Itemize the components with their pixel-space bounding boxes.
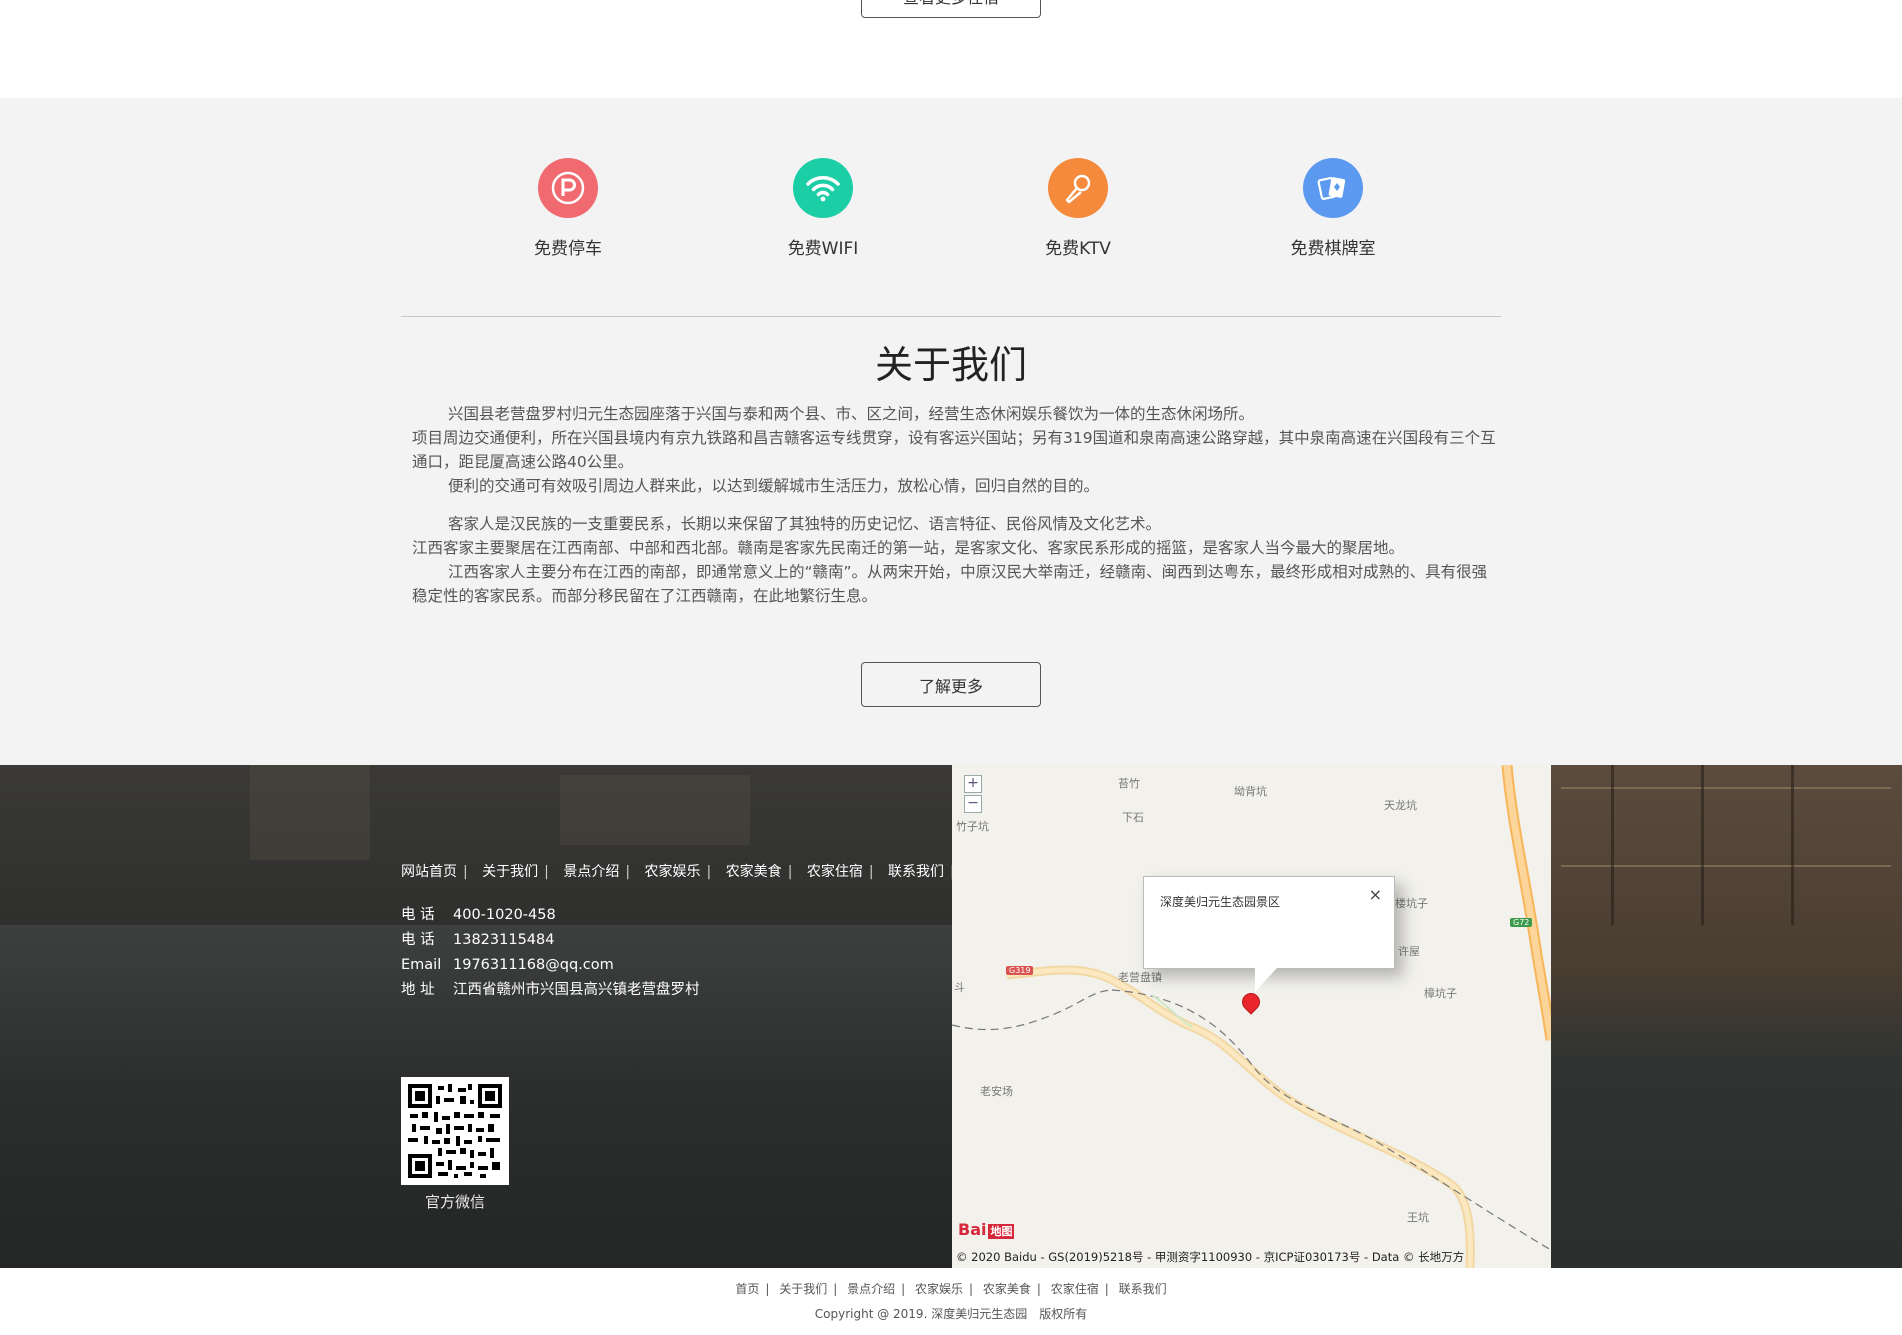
bottom-nav-home[interactable]: 首页 [735, 1282, 759, 1296]
contact-value: 13823115484 [453, 932, 555, 948]
feature-label: 免费WIFI [787, 239, 859, 259]
popup-pointer [1255, 968, 1277, 992]
bottom-nav-contact[interactable]: 联系我们 [1119, 1282, 1167, 1296]
bottom-nav-lodging[interactable]: 农家住宿 [1051, 1282, 1099, 1296]
contact-key: Email [401, 957, 442, 973]
map-place-label: 楼坑子 [1395, 897, 1428, 910]
features-row: 免费停车 免费WIFI 免费KTV 免费棋牌室 [0, 158, 1902, 278]
bottom-nav-entertainment[interactable]: 农家娱乐 [915, 1282, 963, 1296]
map-place-label: 王坑 [1407, 1211, 1429, 1224]
map-place-label: 许屋 [1398, 945, 1420, 958]
contact-row: 电 话 13823115484 [401, 928, 700, 953]
feature-cards: 免费棋牌室 [1243, 158, 1423, 259]
qr-caption: 官方微信 [424, 1193, 485, 1211]
map-place-label: 坳背坑 [1234, 785, 1267, 798]
baidu-logo-badge: 地图 [988, 1224, 1015, 1239]
section-divider [401, 316, 1501, 317]
background-building [560, 775, 750, 845]
contact-value: 400-1020-458 [453, 907, 556, 923]
about-paragraph: 江西客家人主要分布在江西的南部，即通常意义上的“赣南”。从两宋开始，中原汉民大举… [412, 563, 1488, 605]
wifi-icon [793, 158, 853, 218]
contact-value: 江西省赣州市兴国县高兴镇老营盘罗村 [453, 982, 700, 998]
microphone-icon [1048, 158, 1108, 218]
map-place-label: 老营盘镇 [1118, 971, 1162, 984]
bottom-nav-about[interactable]: 关于我们 [779, 1282, 827, 1296]
about-paragraph: 江西客家主要聚居在江西南部、中部和西北部。赣南是客家先民南迁的第一站，是客家文化… [412, 539, 1405, 557]
decorative-post [1611, 765, 1614, 925]
map-zoom-out-button[interactable]: − [964, 795, 982, 813]
contact-info: 电 话 400-1020-458 电 话 13823115484 Email 1976… [401, 903, 700, 1003]
background-building [250, 765, 370, 860]
footer-nav-lodging[interactable]: 农家住宿 [807, 864, 863, 880]
about-title: 关于我们 [874, 343, 1027, 387]
wechat-qr-code [401, 1077, 509, 1185]
footer-nav: 网站首页 | 关于我们 | 景点介绍 | 农家娱乐 | 农家美食 | 农家住宿 | 联系我们… [401, 864, 955, 880]
bottom-nav-attractions[interactable]: 景点介绍 [847, 1282, 895, 1296]
about-paragraph: 便利的交通可有效吸引周边人群来此，以达到缓解城市生活压力，放松心情，回归自然的目… [448, 477, 1100, 495]
map-place-label: 竹子坑 [956, 820, 989, 833]
map-info-popup: 深度美归元生态园景区 × [1143, 876, 1395, 969]
footer-band: 网站首页 | 关于我们 | 景点介绍 | 农家娱乐 | 农家美食 | 农家住宿 | 联系我们… [0, 765, 1902, 1268]
contact-key: 电 话 [401, 932, 435, 948]
road-shield-g319: G319 [1006, 966, 1034, 975]
feature-label: 免费KTV [1045, 239, 1111, 259]
about-text: 兴国县老营盘罗村归元生态园座落于兴国与泰和两个县、市、区之间，经营生态休闲娱乐餐… [412, 402, 1502, 608]
footer-nav-food[interactable]: 农家美食 [726, 864, 782, 880]
copyright-text: Copyright @ 2019. 深度美归元生态园 [814, 1307, 1028, 1321]
feature-wifi: 免费WIFI [733, 158, 913, 259]
decorative-post [1791, 765, 1794, 925]
page: 查看更多住宿 免费停车 免费WIFI 免费KTV [0, 0, 1902, 1335]
footer-nav-attractions[interactable]: 景点介绍 [563, 864, 619, 880]
about-paragraph: 项目周边交通便利，所在兴国县境内有京九铁路和昌吉赣客运专线贯穿，设有客运兴国站；… [412, 429, 1496, 471]
about-paragraph: 客家人是汉民族的一支重要民系，长期以来保留了其独特的历史记忆、语言特征、民俗风情… [448, 515, 1162, 533]
road-shield-g72: G72 [1510, 918, 1533, 927]
footer-nav-home[interactable]: 网站首页 [401, 864, 457, 880]
feature-label: 免费停车 [534, 239, 602, 259]
map-copyright: © 2020 Baidu - GS(2019)5218号 - 甲测资字11009… [956, 1250, 1465, 1264]
background-photo-right [1551, 765, 1902, 1268]
footer-nav-entertainment[interactable]: 农家娱乐 [645, 864, 701, 880]
copyright-rights: 版权所有 [1039, 1307, 1088, 1321]
map-place-label: 天龙坑 [1384, 799, 1417, 812]
map-place-label: 樟坑子 [1424, 987, 1457, 1000]
playing-cards-icon [1303, 158, 1363, 218]
popup-title: 深度美归元生态园景区 [1160, 895, 1281, 909]
contact-row: 电 话 400-1020-458 [401, 903, 700, 928]
map-roads [952, 765, 1551, 1268]
view-more-lodging-button[interactable]: 查看更多住宿 [861, 0, 1041, 18]
footer-nav-contact[interactable]: 联系我们 [888, 864, 944, 880]
copyright: Copyright @ 2019. 深度美归元生态园 版权所有 [0, 1305, 1902, 1322]
decorative-post [1701, 765, 1704, 925]
top-strip: 查看更多住宿 [0, 0, 1902, 98]
map-zoom-in-button[interactable]: + [964, 775, 982, 793]
map-place-label: 苔竹 [1118, 777, 1140, 790]
close-icon[interactable]: × [1369, 885, 1382, 904]
footer-nav-about[interactable]: 关于我们 [482, 864, 538, 880]
feature-label: 免费棋牌室 [1290, 239, 1376, 259]
contact-key: 电 话 [401, 907, 435, 923]
contact-row: 地 址 江西省赣州市兴国县高兴镇老营盘罗村 [401, 978, 700, 1003]
baidu-map[interactable]: + − 苔竹 坳背坑 天龙坑 下石 竹子坑 楼坑子 许屋 樟坑子 老营盘镇 老安… [952, 765, 1551, 1268]
bottom-nav-food[interactable]: 农家美食 [983, 1282, 1031, 1296]
features-about-section: 免费停车 免费WIFI 免费KTV 免费棋牌室 关于我们 兴国县老营盘罗村归元生… [0, 98, 1902, 765]
map-place-label: 老安场 [980, 1085, 1013, 1098]
parking-icon [538, 158, 598, 218]
feature-ktv: 免费KTV [988, 158, 1168, 259]
baidu-logo-text: Bai [958, 1220, 987, 1239]
baidu-logo: Bai 地图 [958, 1220, 1015, 1239]
map-place-label: 斗 [954, 981, 965, 994]
contact-value: 1976311168@qq.com [453, 957, 614, 973]
bottom-nav: 首页 | 关于我们 | 景点介绍 | 农家娱乐 | 农家美食 | 农家住宿 | 联系我们 [735, 1282, 1167, 1296]
learn-more-button[interactable]: 了解更多 [861, 662, 1041, 707]
feature-parking: 免费停车 [478, 158, 658, 259]
about-paragraph: 兴国县老营盘罗村归元生态园座落于兴国与泰和两个县、市、区之间，经营生态休闲娱乐餐… [448, 405, 1255, 423]
contact-key: 地 址 [401, 982, 435, 998]
qr-code-image [406, 1082, 504, 1180]
contact-row: Email 1976311168@qq.com [401, 953, 700, 978]
map-place-label: 下石 [1122, 811, 1144, 824]
